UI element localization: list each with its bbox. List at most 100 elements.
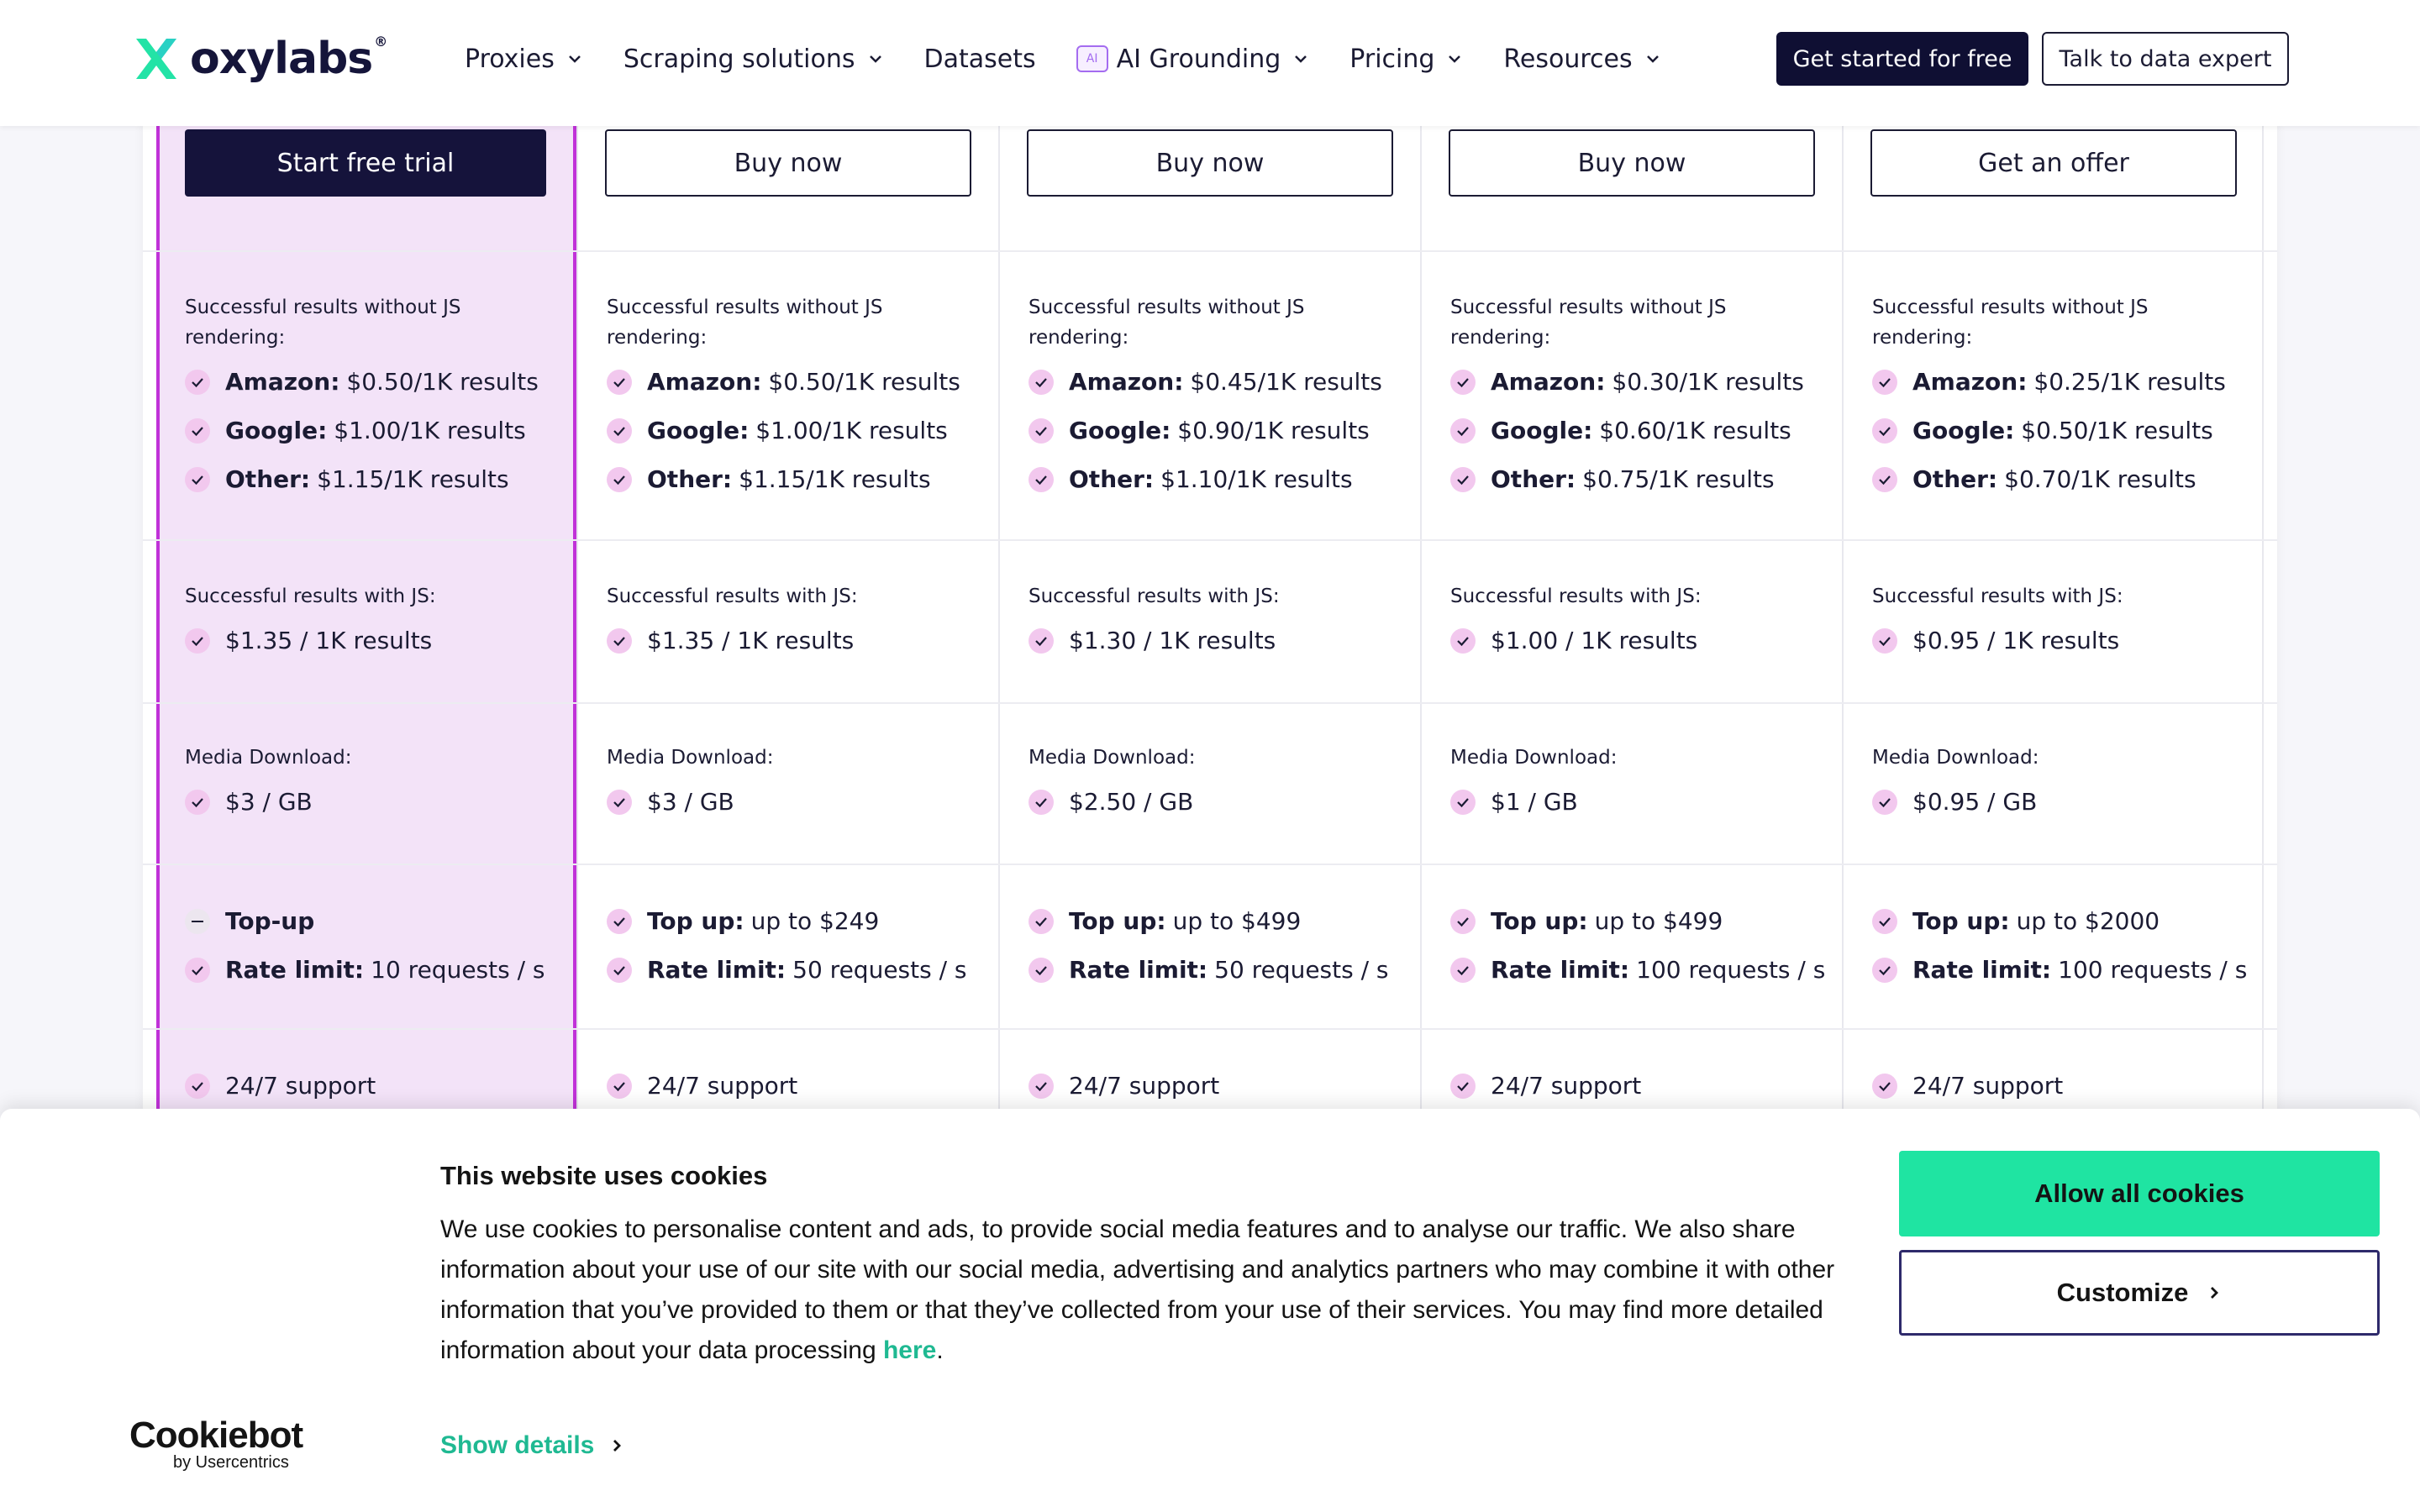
row-divider [143, 1028, 2277, 1030]
logo-text: oxylabs ® [190, 34, 387, 84]
rate-limit-item: Rate limit: 50 requests / s [607, 956, 967, 984]
check-icon [1872, 789, 1897, 815]
media-section-title: Media Download: [185, 747, 352, 769]
no-js-price-item: Amazon: $0.45/1K results [1028, 368, 1382, 396]
js-price-item: $1.30 / 1K results [1028, 627, 1276, 654]
support-item: 24/7 support [1028, 1072, 1219, 1100]
support-item: 24/7 support [607, 1072, 797, 1100]
check-icon [185, 466, 210, 492]
plan-2-cta-button[interactable]: Buy now [605, 129, 971, 197]
show-details-link[interactable]: Show details [440, 1431, 624, 1460]
get-started-button[interactable]: Get started for free [1776, 32, 2028, 86]
media-section-title: Media Download: [607, 747, 774, 769]
nav-item-resources[interactable]: Resources [1503, 45, 1660, 74]
nav-item-proxies[interactable]: Proxies [465, 45, 583, 74]
nav-item-scraping-solutions[interactable]: Scraping solutions [623, 45, 884, 74]
no-js-price-item: Amazon: $0.50/1K results [607, 368, 960, 396]
check-icon [1450, 369, 1476, 395]
nav-item-pricing[interactable]: Pricing [1349, 45, 1463, 74]
media-price-item: $2.50 / GB [1028, 788, 1193, 816]
talk-to-expert-button[interactable]: Talk to data expert [2042, 32, 2289, 86]
media-price-item: $3 / GB [607, 788, 734, 816]
nav-item-ai-grounding[interactable]: AI AI Grounding [1076, 45, 1310, 74]
js-section-title: Successful results with JS: [1028, 585, 1280, 607]
check-icon [1028, 1073, 1054, 1099]
allow-all-cookies-button[interactable]: Allow all cookies [1899, 1151, 2380, 1236]
topup-item: Top-up [185, 907, 321, 935]
support-item: 24/7 support [1450, 1072, 1641, 1100]
check-icon [1028, 627, 1054, 654]
data-processing-link[interactable]: here [883, 1336, 936, 1364]
cookie-description: We use cookies to personalise content an… [440, 1215, 1835, 1364]
no-js-price-item: Amazon: $0.30/1K results [1450, 368, 1804, 396]
media-price-item: $3 / GB [185, 788, 313, 816]
check-icon [607, 627, 632, 654]
no-js-section-title: Successful results without JS rendering: [185, 297, 461, 349]
check-icon [1872, 908, 1897, 934]
check-icon [1028, 789, 1054, 815]
check-icon [1028, 466, 1054, 492]
no-js-price-item: Amazon: $0.25/1K results [1872, 368, 2226, 396]
rate-limit-item: Rate limit: 10 requests / s [185, 956, 545, 984]
no-js-price-item: Other: $1.15/1K results [185, 465, 509, 493]
check-icon [1872, 627, 1897, 654]
nav-item-datasets[interactable]: Datasets [924, 45, 1036, 74]
plan-4-cta-button[interactable]: Buy now [1449, 129, 1815, 197]
no-js-price-item: Other: $1.15/1K results [607, 465, 931, 493]
chevron-down-icon [869, 55, 881, 63]
js-price-item: $1.00 / 1K results [1450, 627, 1697, 654]
no-js-price-item: Google: $1.00/1K results [607, 417, 948, 444]
rate-limit-item: Rate limit: 100 requests / s [1450, 956, 1825, 984]
oxylabs-logo[interactable]: oxylabs ® [131, 32, 387, 86]
check-icon [1450, 1073, 1476, 1099]
row-divider [143, 539, 2277, 541]
cookiebot-logo[interactable]: Cookiebot by Usercentrics [129, 1415, 303, 1473]
media-section-title: Media Download: [1450, 747, 1618, 769]
media-price-item: $1 / GB [1450, 788, 1578, 816]
check-icon [1028, 417, 1054, 444]
check-icon [1872, 1073, 1897, 1099]
check-icon [1028, 369, 1054, 395]
no-js-section-title: Successful results without JS rendering: [607, 297, 883, 349]
check-icon [1450, 627, 1476, 654]
ai-badge-icon: AI [1076, 45, 1108, 72]
support-item: 24/7 support [185, 1072, 376, 1100]
chevron-down-icon [1449, 55, 1461, 63]
plan-3-cta-button[interactable]: Buy now [1027, 129, 1393, 197]
no-js-price-item: Google: $0.90/1K results [1028, 417, 1370, 444]
no-js-price-item: Amazon: $0.50/1K results [185, 368, 539, 396]
chevron-right-icon [613, 1440, 622, 1452]
check-icon [1450, 417, 1476, 444]
plan-5-cta-button[interactable]: Get an offer [1870, 129, 2237, 197]
check-icon [1872, 369, 1897, 395]
top-navigation: oxylabs ® Proxies Scraping solutions Data… [0, 0, 2420, 126]
cookie-title: This website uses cookies [440, 1161, 768, 1190]
customize-button[interactable]: Customize [1899, 1250, 2380, 1336]
chevron-down-icon [1295, 55, 1307, 63]
no-js-price-item: Google: $1.00/1K results [185, 417, 526, 444]
check-icon [1872, 417, 1897, 444]
check-icon [1450, 957, 1476, 983]
no-js-price-item: Other: $0.70/1K results [1872, 465, 2196, 493]
plan-1-cta-button[interactable]: Start free trial [185, 129, 546, 197]
js-price-item: $1.35 / 1K results [607, 627, 854, 654]
chevron-down-icon [568, 55, 581, 63]
check-icon [607, 908, 632, 934]
check-icon [185, 1073, 210, 1099]
js-section-title: Successful results with JS: [185, 585, 436, 607]
dash-icon [185, 908, 210, 934]
media-section-title: Media Download: [1028, 747, 1196, 769]
cookie-banner: Cookiebot by Usercentrics This website u… [0, 1109, 2420, 1512]
rate-limit-item: Rate limit: 50 requests / s [1028, 956, 1389, 984]
no-js-price-item: Google: $0.50/1K results [1872, 417, 2213, 444]
no-js-section-title: Successful results without JS rendering: [1450, 297, 1727, 349]
check-icon [1450, 908, 1476, 934]
js-section-title: Successful results with JS: [1872, 585, 2123, 607]
media-price-item: $0.95 / GB [1872, 788, 2037, 816]
row-divider [143, 702, 2277, 704]
chevron-down-icon [1646, 55, 1659, 63]
support-item: 24/7 support [1872, 1072, 2063, 1100]
check-icon [185, 369, 210, 395]
topup-item: Top up: up to $2000 [1872, 907, 2160, 935]
check-icon [1450, 789, 1476, 815]
